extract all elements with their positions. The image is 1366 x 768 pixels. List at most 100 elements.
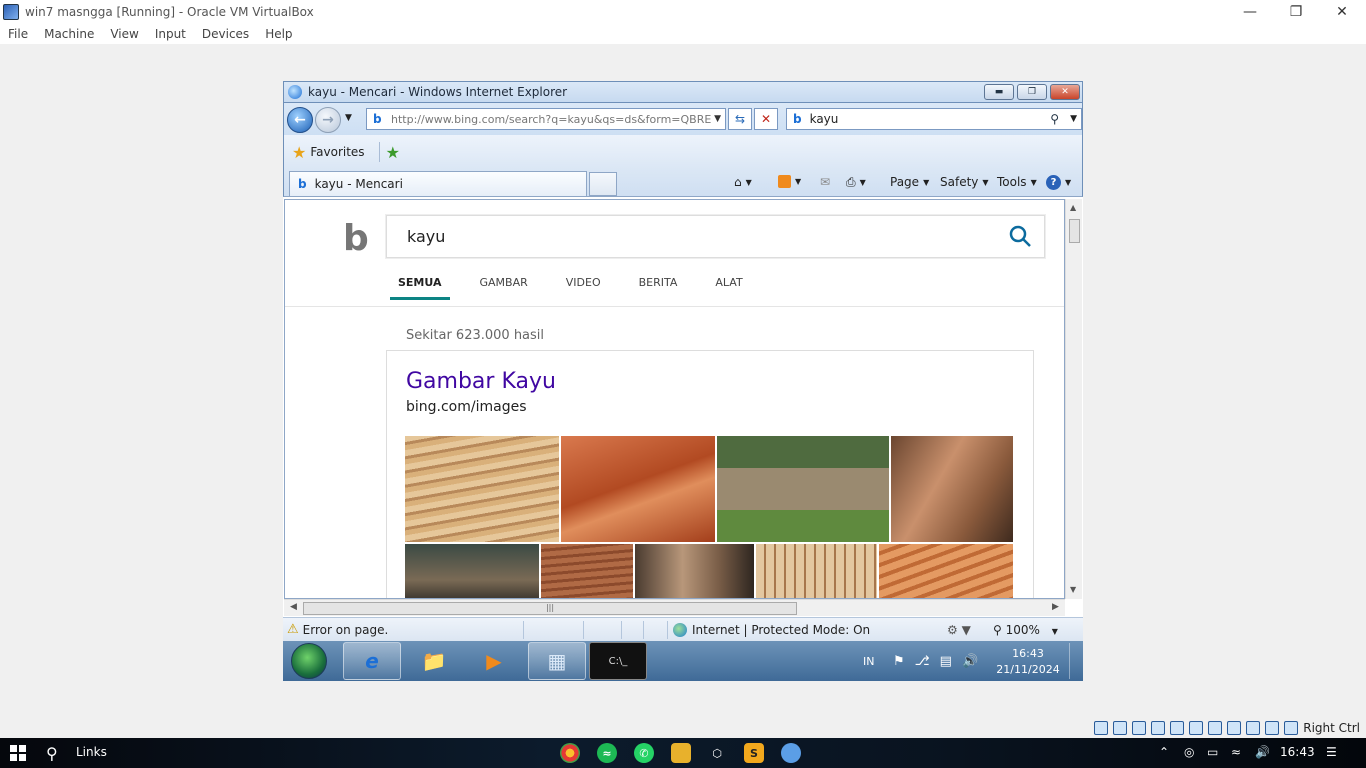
image-thumbnail-lumber-stack[interactable] <box>405 436 559 542</box>
chrome-icon[interactable] <box>560 743 580 763</box>
menu-view[interactable]: View <box>110 27 138 41</box>
minimize-button[interactable]: — <box>1227 0 1273 24</box>
ie-close-button[interactable]: ✕ <box>1050 84 1080 100</box>
refresh-button[interactable]: ⇆ <box>728 108 752 130</box>
mouse-integration-icon[interactable] <box>1265 721 1280 735</box>
add-to-favorites-bar-icon[interactable]: ★ <box>386 143 400 162</box>
tab-kayu-mencari[interactable]: b kayu - Mencari <box>289 171 587 196</box>
image-thumbnail-sawn-timber[interactable] <box>879 544 1013 598</box>
scroll-left-arrow-icon[interactable]: ◀ <box>290 602 297 612</box>
image-thumbnail-lumber-yard[interactable] <box>756 544 877 598</box>
scroll-up-arrow-icon[interactable]: ▲ <box>1070 203 1076 212</box>
vertical-scroll-thumb[interactable] <box>1069 219 1080 243</box>
horizontal-scroll-thumb[interactable]: ||| <box>303 602 797 615</box>
recent-pages-dropdown-icon[interactable]: ▼ <box>345 113 352 123</box>
scope-tab-alat[interactable]: ALAT <box>715 276 742 300</box>
image-thumbnail-red-planks[interactable] <box>561 436 715 542</box>
scope-tab-semua[interactable]: SEMUA <box>390 276 450 300</box>
usb-icon[interactable]: ⎇ <box>915 654 940 669</box>
menu-help[interactable]: Help <box>265 27 292 41</box>
ie-minimize-button[interactable]: ▬ <box>984 84 1014 100</box>
security-zone[interactable]: Internet | Protected Mode: On <box>673 622 870 637</box>
page-menu[interactable]: Page ▼ <box>890 175 929 189</box>
taskbar-media-player-icon[interactable]: ▶ <box>465 642 523 680</box>
vertical-scrollbar[interactable]: ▲ ▼ <box>1065 199 1082 599</box>
hard-disk-icon[interactable] <box>1094 721 1109 735</box>
notifications-icon[interactable]: ☰ <box>1326 745 1337 759</box>
print-button[interactable]: ⎙ ▼ <box>846 175 866 190</box>
sublime-icon[interactable]: S <box>744 743 764 763</box>
speaker-icon[interactable]: 🔊 <box>1255 745 1270 759</box>
image-thumbnail-cut-logs[interactable] <box>891 436 1013 542</box>
menu-file[interactable]: File <box>8 27 28 41</box>
show-desktop-button[interactable] <box>1069 643 1081 679</box>
host-clock[interactable]: 16:43 <box>1280 745 1315 759</box>
feeds-button[interactable]: ▼ <box>778 175 801 188</box>
bing-search-input[interactable]: kayu <box>386 215 1045 258</box>
zoom-level[interactable]: ⚲ 100% ▼ <box>993 623 1058 637</box>
scope-tab-gambar[interactable]: GAMBAR <box>480 276 528 300</box>
back-button[interactable]: ← <box>287 107 313 133</box>
taskbar-control-panel-icon[interactable]: ▦ <box>528 642 586 680</box>
audio-icon[interactable] <box>1132 721 1147 735</box>
search-icon[interactable]: ⚲ <box>1050 112 1059 126</box>
virtualbox-taskbar-icon[interactable]: ⬡ <box>707 743 727 763</box>
image-thumbnail-timber-logs[interactable] <box>635 544 754 598</box>
close-button[interactable]: ✕ <box>1319 0 1365 24</box>
popup-blocker-icon[interactable]: ⚙ ▼ <box>947 623 971 637</box>
tray-language[interactable]: IN <box>863 641 874 681</box>
windows-start-icon[interactable] <box>10 745 26 761</box>
windows-start-orb-icon[interactable] <box>291 643 327 679</box>
tools-menu[interactable]: Tools ▼ <box>997 175 1037 189</box>
restore-button[interactable]: ❐ <box>1273 0 1319 24</box>
status-error-text[interactable]: Error on page. <box>303 623 389 637</box>
image-thumbnail-wood-warehouse[interactable] <box>405 544 539 598</box>
whatsapp-icon[interactable]: ✆ <box>634 743 654 763</box>
address-bar[interactable]: b http://www.bing.com/search?q=kayu&qs=d… <box>366 108 726 130</box>
menu-input[interactable]: Input <box>155 27 186 41</box>
keyboard-capture-icon[interactable] <box>1284 721 1299 735</box>
battery-icon[interactable]: ▭ <box>1207 745 1218 759</box>
forward-button[interactable]: → <box>315 107 341 133</box>
bing-logo-icon[interactable]: b <box>343 218 369 259</box>
help-button[interactable]: ? ▼ <box>1046 175 1071 190</box>
scope-tab-berita[interactable]: BERITA <box>639 276 678 300</box>
menu-machine[interactable]: Machine <box>44 27 94 41</box>
action-center-icon[interactable]: ⚑ <box>893 654 915 669</box>
stop-button[interactable]: ✕ <box>754 108 778 130</box>
optical-drive-icon[interactable] <box>1113 721 1128 735</box>
taskbar-search-label[interactable]: Links <box>76 745 107 759</box>
scroll-down-arrow-icon[interactable]: ▼ <box>1070 585 1076 594</box>
display-icon[interactable] <box>1208 721 1223 735</box>
address-dropdown-icon[interactable]: ▼ <box>714 114 721 124</box>
favorites-button[interactable]: Favorites <box>310 145 364 159</box>
meet-now-icon[interactable]: ◎ <box>1184 745 1194 759</box>
image-answer-title-link[interactable]: Gambar Kayu <box>406 369 556 394</box>
scope-tab-video[interactable]: VIDEO <box>566 276 601 300</box>
warning-icon[interactable]: ⚠ <box>287 622 299 637</box>
file-explorer-icon[interactable] <box>671 743 691 763</box>
bing-search-icon[interactable] <box>1008 224 1032 248</box>
network-icon[interactable]: ▤ <box>940 654 962 669</box>
taskbar-ie-icon[interactable]: e <box>343 642 401 680</box>
horizontal-scrollbar[interactable]: ◀ ||| ▶ <box>284 599 1065 616</box>
image-thumbnail-wood-boards[interactable] <box>541 544 633 598</box>
image-thumbnail-log-pile[interactable] <box>717 436 889 542</box>
taskbar-cmd-icon[interactable]: C:\_ <box>589 642 647 680</box>
spotify-icon[interactable]: ≈ <box>597 743 617 763</box>
taskbar-explorer-icon[interactable]: 📁 <box>405 642 463 680</box>
tray-overflow-icon[interactable]: ⌃ <box>1159 745 1169 759</box>
menu-devices[interactable]: Devices <box>202 27 249 41</box>
search-icon[interactable]: ⚲ <box>46 744 58 763</box>
home-button[interactable]: ⌂ ▼ <box>734 175 752 189</box>
usb-device-icon[interactable] <box>1170 721 1185 735</box>
ie-restore-button[interactable]: ❐ <box>1017 84 1047 100</box>
read-mail-icon[interactable]: ✉ <box>820 175 830 189</box>
guest-display[interactable]: kayu - Mencari - Windows Internet Explor… <box>283 81 1083 681</box>
cpu-icon[interactable] <box>1246 721 1261 735</box>
network-adapter-icon[interactable] <box>1151 721 1166 735</box>
app-icon[interactable] <box>781 743 801 763</box>
scroll-right-arrow-icon[interactable]: ▶ <box>1052 602 1059 612</box>
new-tab-button[interactable] <box>589 172 617 196</box>
guest-clock[interactable]: 16:43 21/11/2024 <box>983 646 1073 678</box>
